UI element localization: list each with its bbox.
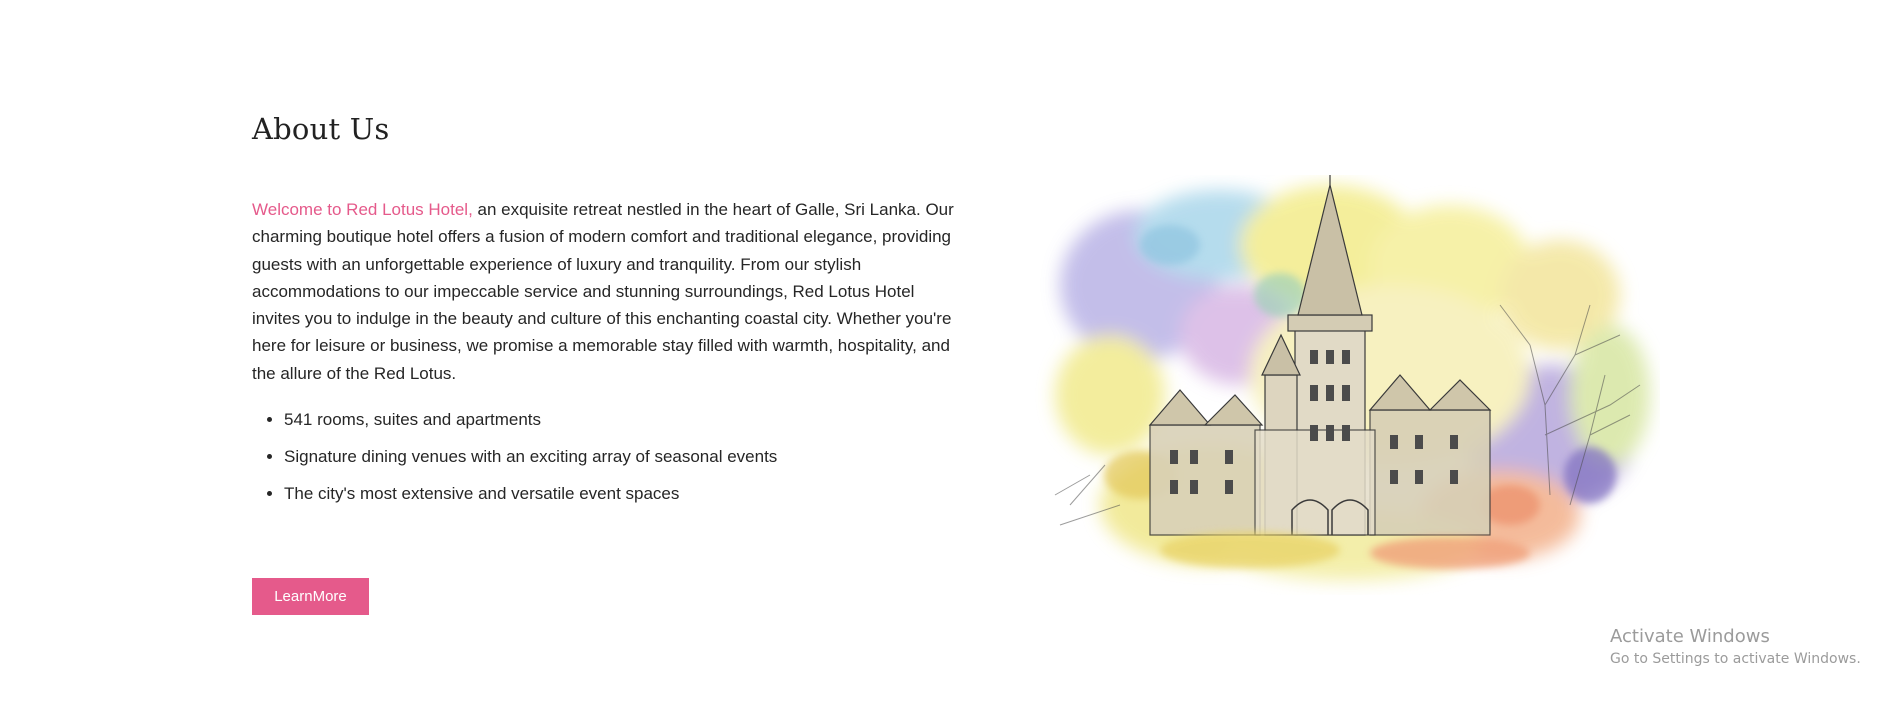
about-heading: About Us <box>252 112 390 146</box>
windows-activation-watermark: Activate Windows Go to Settings to activ… <box>1610 626 1861 667</box>
feature-item: Signature dining venues with an exciting… <box>284 446 962 468</box>
about-section: About Us Welcome to Red Lotus Hotel, an … <box>252 112 962 520</box>
activation-title: Activate Windows <box>1610 626 1770 647</box>
intro-highlight: Welcome to Red Lotus Hotel, <box>252 200 473 219</box>
learn-more-button[interactable]: LearnMore <box>252 578 369 615</box>
feature-list: 541 rooms, suites and apartments Signatu… <box>252 409 962 505</box>
castle-watercolor-image <box>1054 175 1650 580</box>
about-intro: Welcome to Red Lotus Hotel, an exquisite… <box>252 196 962 387</box>
page: About Us Welcome to Red Lotus Hotel, an … <box>0 0 1892 702</box>
intro-text: an exquisite retreat nestled in the hear… <box>252 200 954 383</box>
feature-item: The city's most extensive and versatile … <box>284 483 962 505</box>
feature-item: 541 rooms, suites and apartments <box>284 409 962 431</box>
activation-subtitle: Go to Settings to activate Windows. <box>1610 651 1861 667</box>
